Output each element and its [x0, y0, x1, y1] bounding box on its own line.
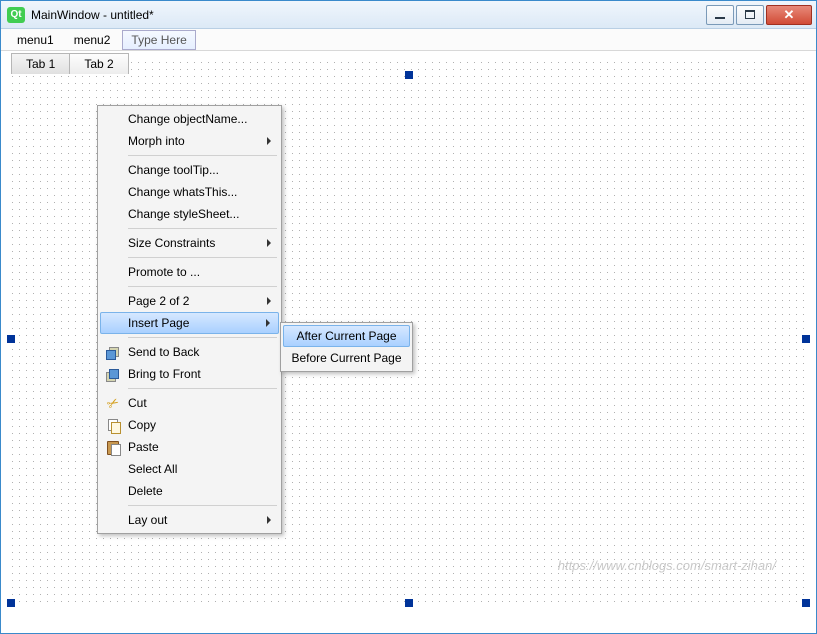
cm-label: Change toolTip... — [128, 163, 219, 177]
cm-label: Insert Page — [128, 316, 189, 330]
cm-separator — [128, 505, 277, 506]
cm-bring-to-front[interactable]: Bring to Front — [100, 363, 279, 385]
cm-label: Send to Back — [128, 345, 199, 359]
cm-paste[interactable]: Paste — [100, 436, 279, 458]
resize-handle-bottom-left[interactable] — [7, 599, 15, 607]
cm-label: Change styleSheet... — [128, 207, 239, 221]
cm-label: Change objectName... — [128, 112, 247, 126]
window-title: MainWindow - untitled* — [31, 8, 704, 22]
cm-cut[interactable]: ✂ Cut — [100, 392, 279, 414]
minimize-button[interactable] — [706, 5, 734, 25]
cm-change-whatsthis[interactable]: Change whatsThis... — [100, 181, 279, 203]
cm-separator — [128, 286, 277, 287]
main-window: Qt MainWindow - untitled* ✕ menu1 menu2 … — [0, 0, 817, 634]
cm-promote-to[interactable]: Promote to ... — [100, 261, 279, 283]
qt-logo-icon: Qt — [7, 7, 25, 23]
cm-separator — [128, 155, 277, 156]
window-controls: ✕ — [704, 5, 812, 25]
watermark-text: https://www.cnblogs.com/smart-zihan/ — [558, 558, 776, 573]
menu-bar: menu1 menu2 Type Here — [1, 29, 816, 51]
sm-label: After Current Page — [296, 329, 396, 343]
resize-handle-bottom-right[interactable] — [802, 599, 810, 607]
cm-label: Size Constraints — [128, 236, 215, 250]
send-to-back-icon — [105, 344, 121, 360]
menu-type-here[interactable]: Type Here — [122, 30, 195, 50]
cm-label: Page 2 of 2 — [128, 294, 189, 308]
cm-insert-page[interactable]: Insert Page — [100, 312, 279, 334]
cm-label: Paste — [128, 440, 159, 454]
cm-send-to-back[interactable]: Send to Back — [100, 341, 279, 363]
resize-handle-left[interactable] — [7, 335, 15, 343]
resize-handle-top[interactable] — [405, 71, 413, 79]
resize-handle-right[interactable] — [802, 335, 810, 343]
cm-separator — [128, 337, 277, 338]
sm-after-current-page[interactable]: After Current Page — [283, 325, 410, 347]
maximize-button[interactable] — [736, 5, 764, 25]
bring-to-front-icon — [105, 366, 121, 382]
cm-label: Change whatsThis... — [128, 185, 237, 199]
cm-separator — [128, 228, 277, 229]
maximize-icon — [745, 10, 755, 19]
cm-separator — [128, 257, 277, 258]
menu-menu2[interactable]: menu2 — [64, 31, 121, 49]
cm-change-stylesheet[interactable]: Change styleSheet... — [100, 203, 279, 225]
copy-icon — [105, 417, 121, 433]
submenu-arrow-icon — [267, 516, 271, 524]
sm-label: Before Current Page — [291, 351, 401, 365]
close-icon: ✕ — [784, 7, 795, 23]
submenu-arrow-icon — [266, 319, 270, 327]
submenu-arrow-icon — [267, 137, 271, 145]
cm-label: Lay out — [128, 513, 167, 527]
cm-label: Select All — [128, 462, 177, 476]
cm-label: Morph into — [128, 134, 185, 148]
tab-2[interactable]: Tab 2 — [69, 53, 128, 74]
minimize-icon — [715, 17, 725, 19]
cm-page-2-of-2[interactable]: Page 2 of 2 — [100, 290, 279, 312]
titlebar: Qt MainWindow - untitled* ✕ — [1, 1, 816, 29]
sm-before-current-page[interactable]: Before Current Page — [283, 347, 410, 369]
cm-label: Cut — [128, 396, 147, 410]
cm-delete[interactable]: Delete — [100, 480, 279, 502]
cm-separator — [128, 388, 277, 389]
cm-lay-out[interactable]: Lay out — [100, 509, 279, 531]
tab-1[interactable]: Tab 1 — [11, 53, 70, 74]
cm-morph-into[interactable]: Morph into — [100, 130, 279, 152]
menu-menu1[interactable]: menu1 — [7, 31, 64, 49]
cm-copy[interactable]: Copy — [100, 414, 279, 436]
cm-label: Bring to Front — [128, 367, 201, 381]
insert-page-submenu: After Current Page Before Current Page — [280, 322, 413, 372]
cm-select-all[interactable]: Select All — [100, 458, 279, 480]
cm-change-tooltip[interactable]: Change toolTip... — [100, 159, 279, 181]
cm-size-constraints[interactable]: Size Constraints — [100, 232, 279, 254]
resize-handle-bottom[interactable] — [405, 599, 413, 607]
close-button[interactable]: ✕ — [766, 5, 812, 25]
cut-icon: ✂ — [102, 392, 124, 414]
cm-label: Copy — [128, 418, 156, 432]
cm-label: Promote to ... — [128, 265, 200, 279]
context-menu: Change objectName... Morph into Change t… — [97, 105, 282, 534]
submenu-arrow-icon — [267, 239, 271, 247]
paste-icon — [105, 439, 121, 455]
designer-canvas[interactable]: Tab 1 Tab 2 Change objectName... Morph i… — [1, 51, 816, 633]
cm-label: Delete — [128, 484, 163, 498]
submenu-arrow-icon — [267, 297, 271, 305]
cm-change-objectname[interactable]: Change objectName... — [100, 108, 279, 130]
